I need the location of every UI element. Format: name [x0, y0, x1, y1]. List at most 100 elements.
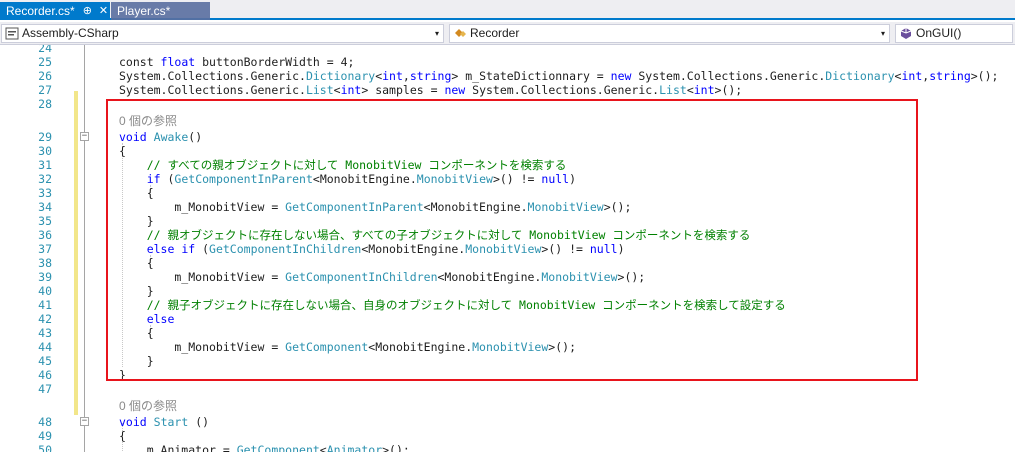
code-token: ()	[188, 415, 210, 429]
code-keyword: new	[610, 69, 632, 83]
code-text[interactable]: // すべての親オブジェクトに対して MonobitView コンポーネントを検…	[119, 158, 567, 172]
code-text[interactable]: }	[119, 214, 154, 228]
code-token: <MonobitEngine.	[423, 200, 528, 214]
code-text[interactable]: m_MonobitView = GetComponentInParent<Mon…	[119, 200, 631, 214]
code-text[interactable]: }	[119, 284, 154, 298]
code-text[interactable]: // 親子オブジェクトに存在しない場合、自身のオブジェクトに対して Monobi…	[119, 298, 786, 312]
code-token: > samples =	[361, 83, 445, 97]
code-line: 39 m_MonobitView = GetComponentInChildre…	[0, 270, 1015, 284]
code-text[interactable]: {	[119, 256, 154, 270]
line-number: 43	[38, 326, 52, 340]
code-text[interactable]: void Awake()	[119, 130, 202, 144]
tab-label: Recorder.cs*	[6, 4, 75, 18]
code-token: m_Animator =	[119, 443, 237, 452]
code-identifier: GetComponentInParent	[285, 200, 424, 214]
code-identifier: List	[305, 83, 334, 97]
code-token: const	[119, 55, 161, 69]
line-number: 37	[38, 242, 52, 256]
code-text[interactable]: void Start ()	[119, 415, 209, 429]
code-text[interactable]: }	[119, 368, 126, 382]
code-comment: // すべての親オブジェクトに対して MonobitView コンポーネントを検…	[146, 158, 567, 172]
code-line: 42 else	[0, 312, 1015, 326]
code-line: 34 m_MonobitView = GetComponentInParent<…	[0, 200, 1015, 214]
line-number: 28	[38, 97, 52, 111]
code-token: (	[160, 172, 175, 186]
code-token: >();	[617, 270, 646, 284]
code-text[interactable]: {	[119, 326, 154, 340]
code-identifier: GetComponent	[236, 443, 320, 452]
code-keyword: null	[589, 242, 618, 256]
close-icon[interactable]: ✕	[99, 2, 108, 20]
code-text[interactable]: {	[119, 144, 126, 158]
code-text[interactable]: m_MonobitView = GetComponent<MonobitEngi…	[119, 340, 576, 354]
code-token: }	[119, 368, 126, 382]
code-token: (	[195, 242, 210, 256]
codelens-references: 0 個の参照	[0, 399, 1015, 413]
line-number: 41	[38, 298, 52, 312]
code-text[interactable]: }	[119, 354, 154, 368]
collapse-icon[interactable]: −	[80, 132, 89, 141]
code-token: m_MonobitView =	[119, 200, 286, 214]
code-keyword: null	[541, 172, 570, 186]
code-text[interactable]: else if (GetComponentInChildren<MonobitE…	[119, 242, 625, 256]
code-token: >();	[970, 69, 999, 83]
code-token: <MonobitEngine.	[368, 340, 473, 354]
line-number: 32	[38, 172, 52, 186]
code-text[interactable]: // 親オブジェクトに存在しない場合、すべての子オブジェクトに対して Monob…	[119, 228, 751, 242]
code-identifier: MonobitView	[527, 200, 604, 214]
code-token: }	[119, 354, 154, 368]
code-identifier: Awake	[153, 130, 189, 144]
code-keyword: float	[160, 55, 196, 69]
code-line: 32 if (GetComponentInParent<MonobitEngin…	[0, 172, 1015, 186]
code-text[interactable]: System.Collections.Generic.Dictionary<in…	[119, 69, 998, 83]
code-line: 40 }	[0, 284, 1015, 298]
code-token: ()	[188, 130, 203, 144]
line-number: 46	[38, 368, 52, 382]
line-number: 45	[38, 354, 52, 368]
code-keyword: int	[382, 69, 403, 83]
code-line: 37 else if (GetComponentInChildren<Monob…	[0, 242, 1015, 256]
code-text[interactable]: {	[119, 186, 154, 200]
chevron-down-icon: ▾	[880, 29, 885, 38]
code-text[interactable]: m_MonobitView = GetComponentInChildren<M…	[119, 270, 645, 284]
pin-icon[interactable]: ⊕	[83, 2, 92, 20]
code-line: 47	[0, 382, 1015, 396]
tab-player-cs[interactable]: Player.cs*	[111, 2, 210, 20]
member-dropdown[interactable]: OnGUI()	[895, 24, 1013, 43]
collapse-icon[interactable]: −	[80, 417, 89, 426]
code-text[interactable]: else	[119, 312, 175, 326]
class-icon	[453, 27, 467, 40]
code-keyword: int	[340, 83, 362, 97]
navigation-bar: Assembly-CSharp ▾ Recorder ▾ OnGUI()	[0, 22, 1015, 45]
line-number: 49	[38, 429, 52, 443]
project-dropdown[interactable]: Assembly-CSharp ▾	[1, 24, 444, 43]
code-token: <	[319, 443, 327, 452]
code-text[interactable]: {	[119, 429, 126, 443]
code-identifier: Start	[153, 415, 189, 429]
code-line: 46}	[0, 368, 1015, 382]
code-line: 45 }	[0, 354, 1015, 368]
code-line: 28	[0, 97, 1015, 111]
class-dropdown[interactable]: Recorder ▾	[449, 24, 890, 43]
code-text[interactable]: m_Animator = GetComponent<Animator>();	[119, 443, 410, 452]
code-text[interactable]: const float buttonBorderWidth = 4;	[119, 55, 354, 69]
codelens-text[interactable]: 0 個の参照	[119, 114, 177, 128]
code-keyword: if	[146, 172, 161, 186]
code-token: <	[686, 83, 694, 97]
codelens-text[interactable]: 0 個の参照	[119, 399, 177, 413]
code-token: System.Collections.Generic.	[119, 69, 306, 83]
tab-recorder-cs[interactable]: Recorder.cs* ⊕ ✕	[0, 2, 110, 20]
document-tab-strip: Recorder.cs* ⊕ ✕ Player.cs*	[0, 0, 1015, 20]
code-identifier: Dictionary	[305, 69, 376, 83]
code-line: 41 // 親子オブジェクトに存在しない場合、自身のオブジェクトに対して Mon…	[0, 298, 1015, 312]
code-text[interactable]: if (GetComponentInParent<MonobitEngine.M…	[119, 172, 576, 186]
code-text[interactable]: System.Collections.Generic.List<int> sam…	[119, 83, 742, 97]
line-number: 50	[38, 443, 52, 452]
code-editor[interactable]: 24 25 const float buttonBorderWidth = 4; 26…	[0, 45, 1015, 452]
